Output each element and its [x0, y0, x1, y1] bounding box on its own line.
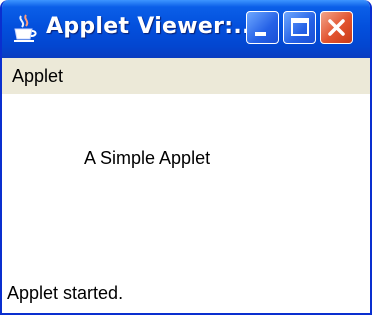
- applet-message: A Simple Applet: [84, 148, 211, 168]
- minimize-icon: [255, 32, 266, 36]
- close-icon: [328, 19, 345, 36]
- window-title: Applet Viewer:...: [46, 14, 260, 39]
- status-text: Applet started.: [7, 283, 124, 303]
- java-cup-icon[interactable]: [12, 13, 38, 43]
- maximize-icon: [291, 18, 309, 36]
- applet-menu-bar: Applet: [2, 58, 370, 94]
- maximize-button[interactable]: [283, 11, 316, 44]
- applet-menu[interactable]: Applet: [12, 66, 63, 87]
- applet-viewer-window: Applet Viewer:... Applet A Simple Applet…: [0, 0, 372, 315]
- close-button[interactable]: [320, 11, 353, 44]
- minimize-button[interactable]: [246, 11, 279, 44]
- title-bar[interactable]: Applet Viewer:...: [2, 0, 370, 58]
